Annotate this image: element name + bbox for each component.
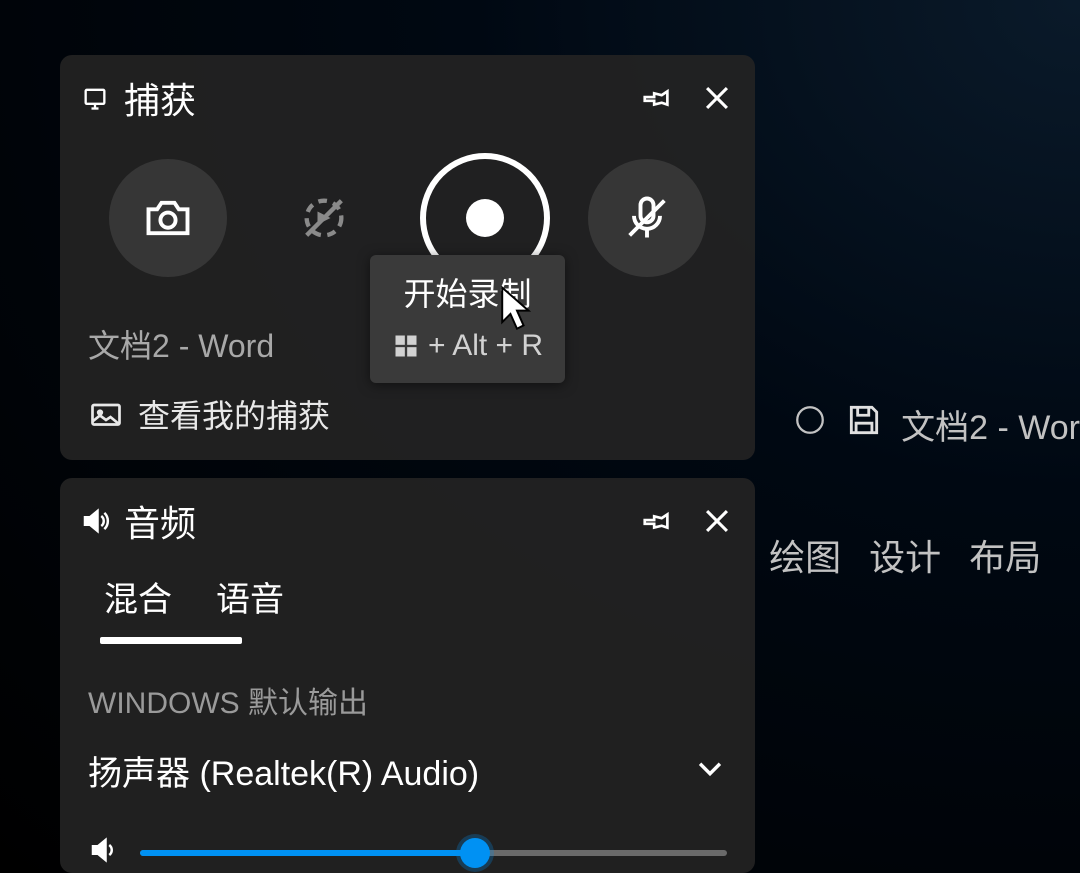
windows-key-icon <box>392 332 420 360</box>
output-device-name: 扬声器 (Realtek(R) Audio) <box>88 746 479 795</box>
replay-disabled-icon <box>298 192 350 244</box>
device-dropdown-toggle[interactable] <box>693 751 727 790</box>
capture-title: 捕获 <box>124 72 639 124</box>
audio-pin-button[interactable] <box>639 503 675 539</box>
tooltip-title: 开始录制 <box>392 269 543 315</box>
audio-close-button[interactable] <box>699 503 735 539</box>
audio-icon <box>80 506 110 536</box>
pin-button[interactable] <box>639 80 675 116</box>
audio-panel: 音频 混合 语音 WINDOWS 默认输出 扬声器 (Realtek(R) Au… <box>60 478 755 873</box>
ribbon-tab-layout[interactable]: 布局 <box>969 529 1041 581</box>
start-record-tooltip: 开始录制 + Alt + R <box>370 255 565 383</box>
capture-icon <box>80 83 110 113</box>
close-button[interactable] <box>699 80 735 116</box>
default-output-label: WINDOWS 默认输出 <box>80 678 735 722</box>
tab-active-underline <box>100 637 242 644</box>
tab-mixer[interactable]: 混合 <box>100 566 176 633</box>
record-dot-icon <box>466 199 504 237</box>
save-icon[interactable] <box>845 401 883 448</box>
record-last-button[interactable] <box>265 159 383 277</box>
audio-title: 音频 <box>124 495 639 547</box>
ribbon-tab-draw[interactable]: 绘图 <box>769 529 841 581</box>
mic-toggle-button[interactable] <box>588 159 706 277</box>
mic-muted-icon <box>621 192 673 244</box>
volume-slider[interactable] <box>140 850 727 856</box>
chevron-down-icon <box>693 751 727 785</box>
background-word-ribbon: 文档2 - Wor 绘图 设计 布局 <box>763 400 1080 581</box>
ribbon-tab-design[interactable]: 设计 <box>869 529 941 581</box>
view-my-captures-label: 查看我的捕获 <box>138 391 330 437</box>
view-my-captures-link[interactable]: 查看我的捕获 <box>80 391 735 437</box>
tab-voice[interactable]: 语音 <box>212 566 288 633</box>
background-doc-title: 文档2 - Wor <box>901 400 1080 449</box>
screenshot-button[interactable] <box>109 159 227 277</box>
autosave-toggle-icon <box>793 403 827 446</box>
volume-icon[interactable] <box>88 835 118 870</box>
tooltip-shortcut-text: + Alt + R <box>428 329 543 363</box>
camera-icon <box>142 192 194 244</box>
volume-slider-fill <box>140 850 475 856</box>
gallery-icon <box>88 396 124 432</box>
volume-slider-thumb[interactable] <box>460 838 490 868</box>
